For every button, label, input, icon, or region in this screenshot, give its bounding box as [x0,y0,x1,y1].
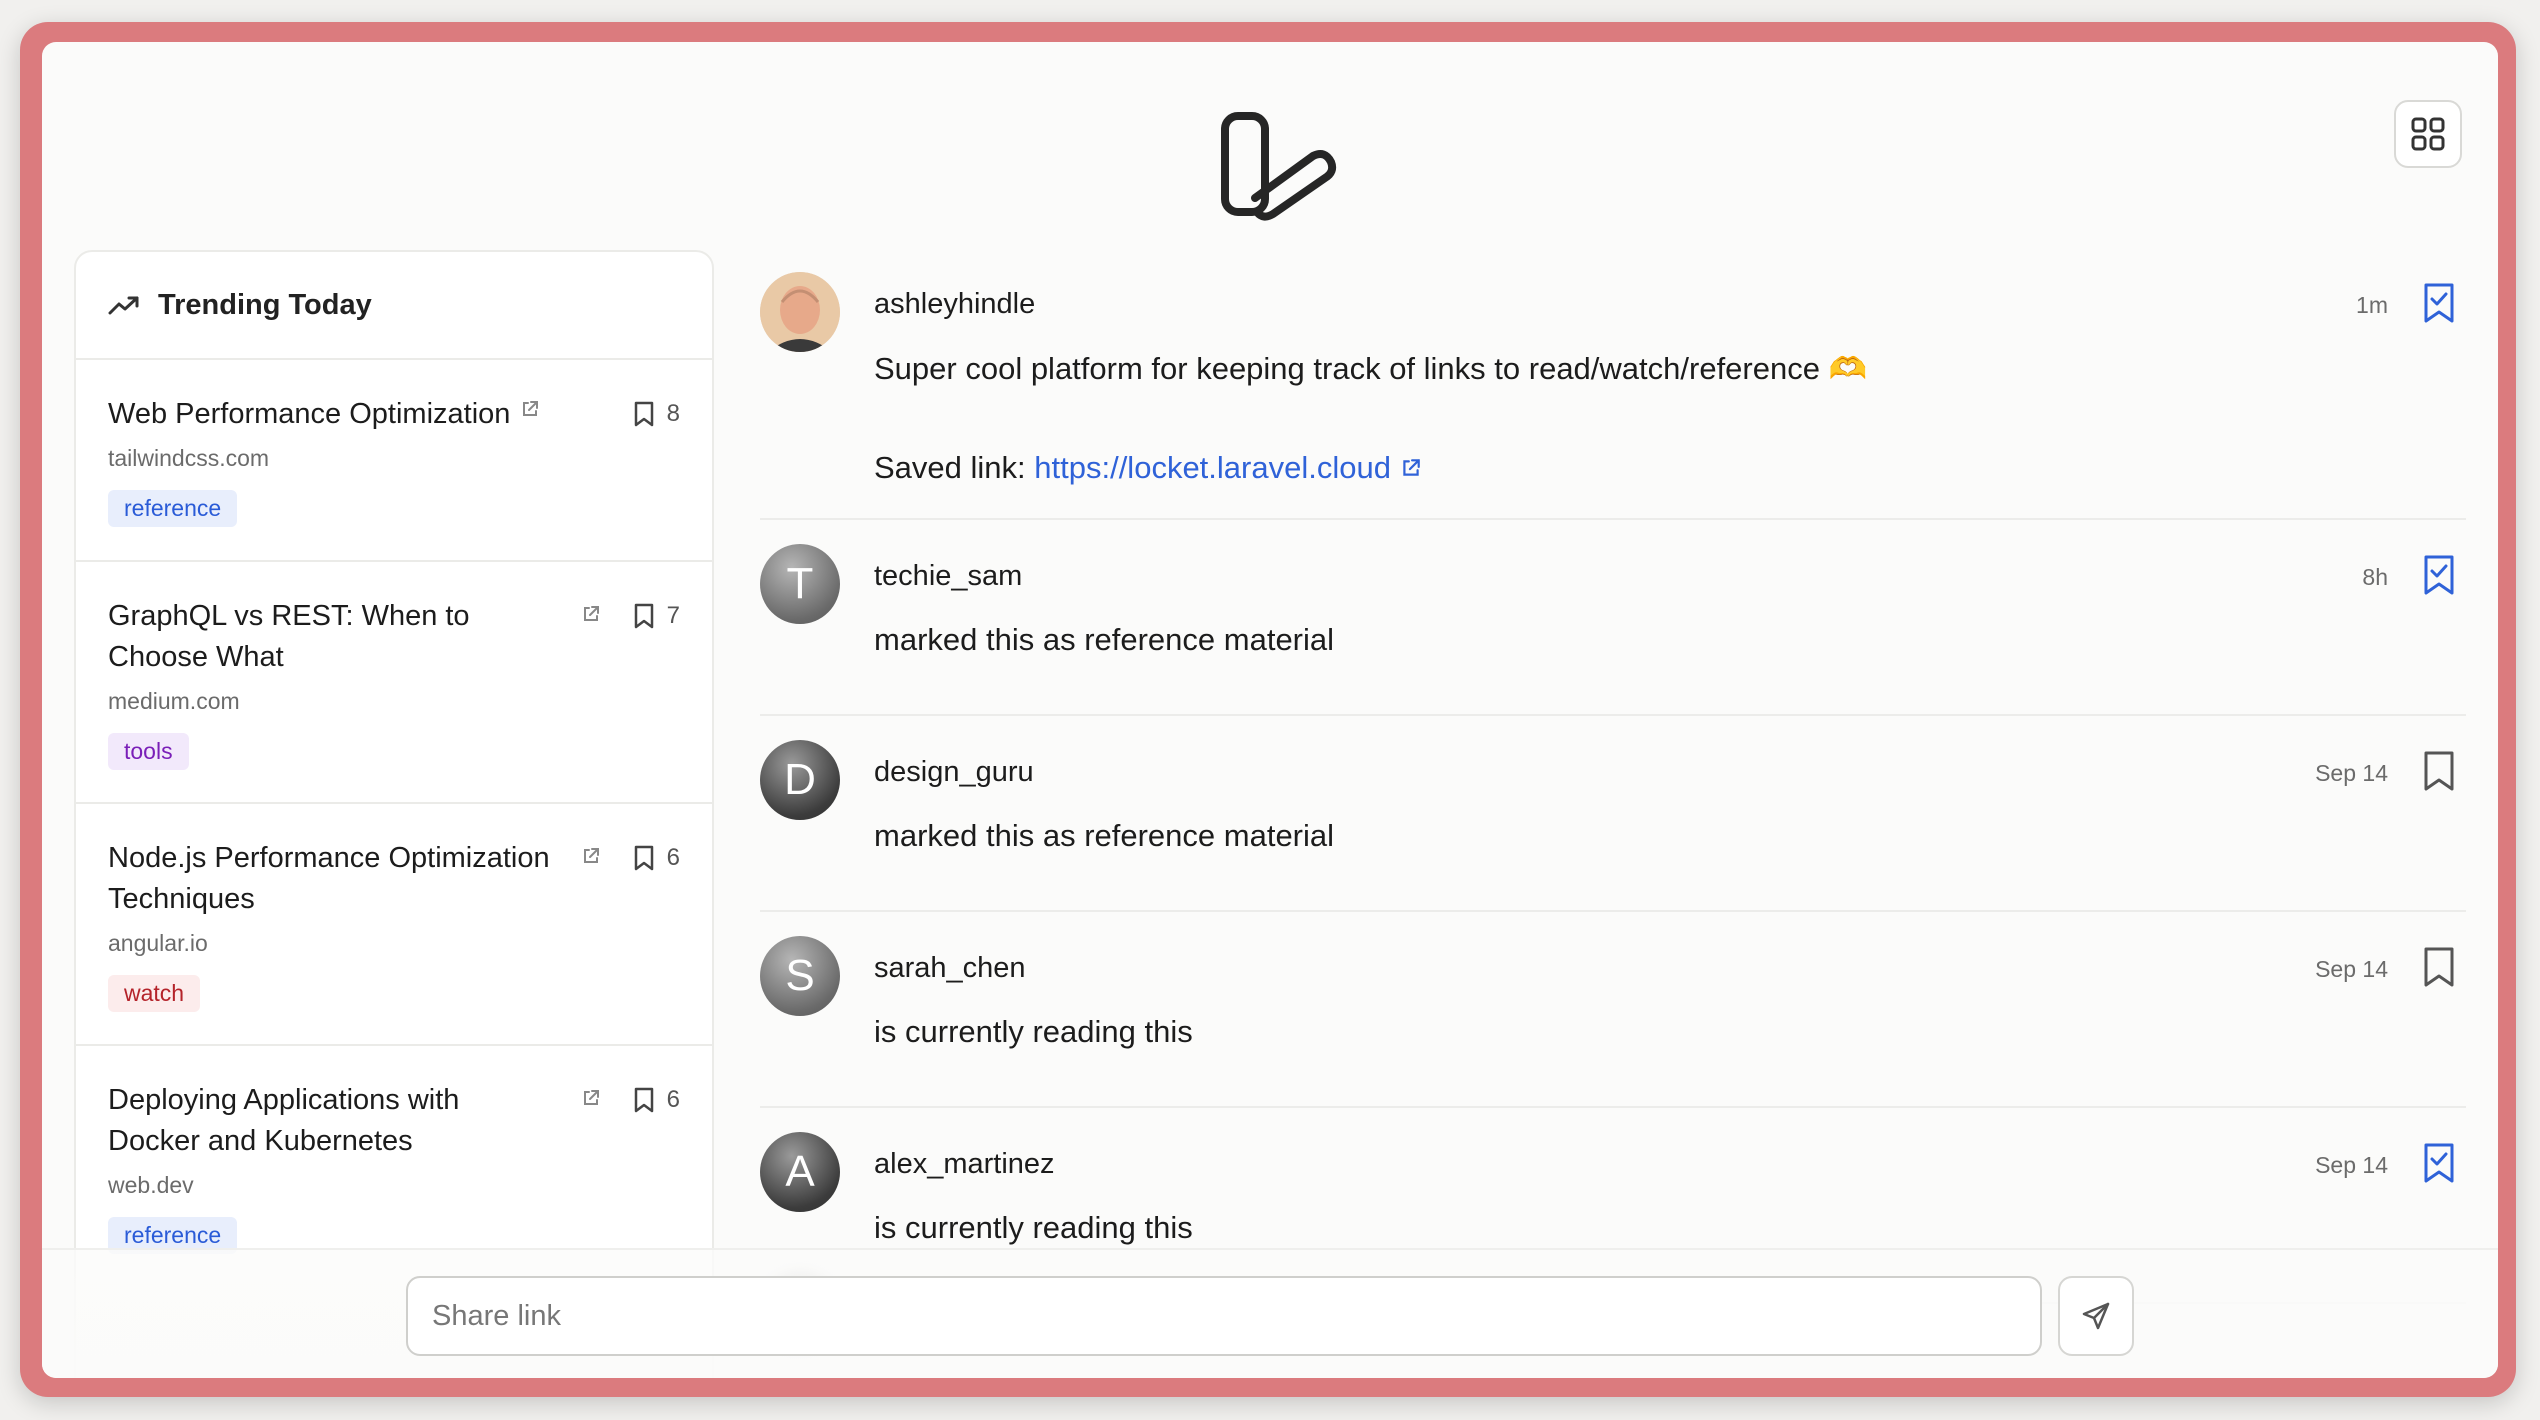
post-text: is currently reading this [874,1014,1193,1049]
bookmark-count[interactable]: 6 [633,1086,680,1114]
avatar[interactable] [760,272,840,352]
external-link-icon[interactable] [520,399,540,419]
post-username[interactable]: design_guru [874,756,1034,789]
trending-item-domain: web.dev [108,1172,194,1198]
trending-item-title[interactable]: Node.js Performance Optimization Techniq… [108,842,550,915]
external-link-icon[interactable] [581,604,601,624]
feed-post: T techie_sam marked this as reference ma… [760,544,2466,716]
post-time: Sep 14 [2315,956,2388,982]
bookmark-checked-icon[interactable] [2422,282,2456,324]
post-time: Sep 14 [2315,1152,2388,1178]
external-link-icon[interactable] [581,1088,601,1108]
post-time: Sep 14 [2315,760,2388,786]
bookmark-count-value: 6 [666,844,680,871]
locket-logo-icon[interactable] [1217,106,1347,224]
bookmark-count[interactable]: 6 [633,844,680,872]
feed-post: S sarah_chen is currently reading this S… [760,936,2466,1108]
tag-badge[interactable]: reference [108,490,238,527]
avatar[interactable]: D [760,740,840,820]
bookmark-icon [634,845,653,871]
bookmark-checked-icon[interactable] [2422,1142,2456,1184]
avatar[interactable]: T [760,544,840,624]
bookmark-count-value: 7 [666,602,680,629]
trending-item-title[interactable]: Web Performance Optimization [108,398,510,430]
activity-feed: ashleyhindle Super cool platform for kee… [760,272,2466,1352]
bookmark-icon [634,401,653,427]
avatar[interactable]: S [760,936,840,1016]
trending-header: Trending Today [76,252,712,360]
trending-item-domain: angular.io [108,930,208,956]
post-time: 1m [2356,292,2388,318]
grid-icon [2411,117,2445,151]
trending-item-domain: medium.com [108,688,240,714]
avatar[interactable]: A [760,1132,840,1212]
bookmark-count-value: 6 [666,1086,680,1113]
post-text: marked this as reference material [874,622,1335,657]
post-text: is currently reading this [874,1210,1193,1245]
trending-sidebar: Trending Today Web Performance Optimizat… [74,250,714,1378]
saved-link-label: Saved link: [874,450,1026,485]
bookmark-checked-icon[interactable] [2422,554,2456,596]
user-photo [760,272,840,352]
external-link-icon[interactable] [1400,457,1422,479]
trending-item-domain: tailwindcss.com [108,445,270,471]
trending-item[interactable]: GraphQL vs REST: When to Choose What med… [76,562,712,804]
tag-badge[interactable]: watch [108,975,201,1012]
bookmark-icon[interactable] [2422,946,2456,988]
feed-post: ashleyhindle Super cool platform for kee… [760,272,2466,520]
bookmark-icon [634,603,653,629]
tag-badge[interactable]: tools [108,733,189,770]
post-text: Super cool platform for keeping track of… [874,351,1868,386]
trending-item[interactable]: Node.js Performance Optimization Techniq… [76,804,712,1046]
send-icon [2082,1302,2110,1330]
bookmark-count-value: 8 [666,400,680,427]
saved-link-url[interactable]: https://locket.laravel.cloud [1034,450,1391,485]
post-time: 8h [2362,564,2388,590]
share-link-input[interactable] [406,1276,2042,1356]
post-username[interactable]: ashleyhindle [874,288,1035,321]
bookmark-icon[interactable] [2422,750,2456,792]
trending-item-title[interactable]: GraphQL vs REST: When to Choose What [108,600,470,673]
saved-link-row: Saved link: https://locket.laravel.cloud [874,450,1422,486]
post-username[interactable]: sarah_chen [874,952,1026,985]
bookmark-count[interactable]: 8 [633,400,680,428]
apps-grid-button[interactable] [2394,100,2462,168]
send-button[interactable] [2058,1276,2134,1356]
post-username[interactable]: alex_martinez [874,1148,1055,1181]
trending-item-title[interactable]: Deploying Applications with Docker and K… [108,1084,459,1157]
post-username[interactable]: techie_sam [874,560,1022,593]
trending-up-icon [108,296,139,315]
feed-post: D design_guru marked this as reference m… [760,740,2466,912]
external-link-icon[interactable] [581,846,601,866]
post-text: marked this as reference material [874,818,1335,853]
trending-title: Trending Today [158,288,372,321]
bookmark-icon [634,1087,653,1113]
app-window: Trending Today Web Performance Optimizat… [42,42,2498,1378]
trending-item[interactable]: Web Performance Optimization tailwindcss… [76,360,712,562]
bookmark-count[interactable]: 7 [633,602,680,630]
